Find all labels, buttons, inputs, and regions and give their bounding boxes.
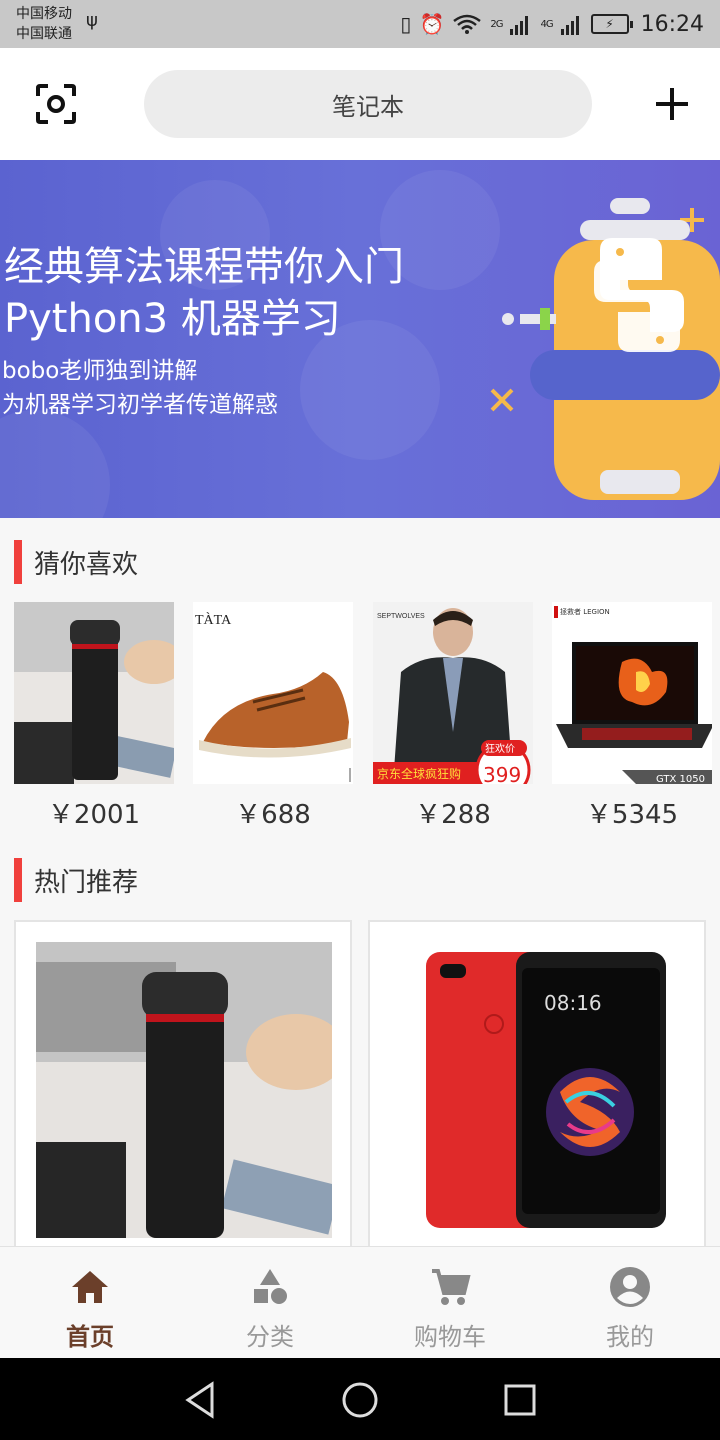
vibrate-icon: ▯ — [400, 12, 412, 36]
carrier-2: 中国联通 — [16, 26, 72, 42]
section-guess-header: 猜你喜欢 — [14, 540, 138, 584]
brand-logo-legion: 拯救者 LEGION — [560, 607, 610, 616]
product-image-jacket: SEPTWOLVES 京东全球疯狂购 狂欢价 399 — [373, 602, 533, 798]
tab-cart[interactable]: 购物车 — [360, 1247, 540, 1358]
carrier-info: 中国移动 中国联通 — [16, 4, 72, 44]
banner-subtitle-2: 为机器学习初学者传道解惑 — [2, 392, 278, 418]
signal-icon-2 — [560, 16, 579, 35]
promo-banner[interactable]: 经典算法课程带你入门 Python3 机器学习 bobo老师独到讲解 为机器学习… — [0, 160, 720, 518]
promo-banner-text: 京东全球疯狂购 — [377, 766, 461, 781]
hot-product-card[interactable] — [14, 920, 352, 1260]
product-image-thermos — [36, 942, 332, 1238]
tab-category[interactable]: 分类 — [180, 1247, 360, 1358]
section-hot-title: 热门推荐 — [34, 867, 139, 898]
product-price: ￥288 — [415, 800, 491, 830]
wifi-icon — [453, 14, 482, 34]
battery-icon: ⚡ — [590, 14, 633, 34]
clock-time: 16:24 — [640, 11, 704, 37]
product-card[interactable]: SEPTWOLVES 京东全球疯狂购 狂欢价 399 ￥288 — [373, 602, 533, 832]
status-icons: ▯ ⏰ 2G 4G ⚡ 16:24 — [400, 8, 704, 40]
product-image-phone: 08:16 — [390, 942, 686, 1238]
product-image-thermos — [14, 602, 184, 784]
brand-logo-tata: TÀTA — [195, 611, 232, 628]
hot-product-card[interactable]: 08:16 — [368, 920, 706, 1260]
promo-price: 399 — [483, 763, 521, 784]
section-accent-bar — [14, 858, 22, 902]
status-bar: 中国移动 中国联通 ψ ▯ ⏰ 2G 4G ⚡ 16:24 — [0, 0, 720, 48]
system-nav-bar — [0, 1358, 720, 1440]
product-card[interactable]: 拯救者 LEGION GTX 1050 ￥5345 — [552, 602, 714, 832]
network-label-2: 4G — [540, 18, 553, 30]
guess-product-list: ￥2001 TÀTA ￥688 SEPTWOLVES 京东全球疯狂购 狂欢价 3… — [0, 602, 720, 832]
python-robot-illustration — [490, 198, 720, 500]
signal-icon-1 — [510, 16, 529, 35]
banner-decoration — [0, 410, 110, 518]
promo-tag: 狂欢价 — [485, 742, 515, 755]
bottom-tab-bar: 首页 分类 购物车 我的 — [0, 1246, 720, 1358]
tab-label: 购物车 — [414, 1323, 486, 1351]
network-label-1: 2G — [490, 18, 503, 30]
top-header: 笔记本 — [0, 48, 720, 160]
tab-label: 首页 — [66, 1323, 114, 1351]
product-image-laptop: 拯救者 LEGION GTX 1050 — [552, 602, 714, 785]
user-icon — [610, 1267, 650, 1307]
plus-icon[interactable] — [654, 86, 690, 122]
tab-label: 我的 — [606, 1323, 654, 1351]
section-guess-title: 猜你喜欢 — [34, 549, 139, 580]
search-text: 笔记本 — [332, 92, 404, 121]
alarm-icon: ⏰ — [419, 12, 445, 36]
tab-profile[interactable]: 我的 — [540, 1247, 720, 1358]
recents-icon[interactable] — [500, 1380, 540, 1420]
category-icon — [254, 1269, 287, 1304]
back-icon[interactable] — [180, 1380, 220, 1420]
product-card[interactable]: ￥2001 — [14, 602, 184, 832]
home-button-icon[interactable] — [340, 1380, 380, 1420]
product-image-shoe: TÀTA — [193, 602, 353, 784]
phone-screen-time: 08:16 — [544, 991, 602, 1015]
section-accent-bar — [14, 540, 22, 584]
section-hot-header: 热门推荐 — [14, 858, 138, 902]
product-card[interactable]: TÀTA ￥688 — [193, 602, 353, 832]
brand-logo-septwolves: SEPTWOLVES — [377, 613, 425, 620]
carrier-1: 中国移动 — [16, 6, 72, 22]
banner-course-name: Python3 机器学习 — [4, 296, 341, 342]
tab-label: 分类 — [246, 1323, 294, 1351]
home-icon — [72, 1271, 108, 1303]
gpu-badge: GTX 1050 — [656, 774, 705, 784]
banner-headline: 经典算法课程带你入门 — [4, 244, 404, 290]
app-screen: 中国移动 中国联通 ψ ▯ ⏰ 2G 4G ⚡ 16:24 笔记本 经典算法课程… — [0, 0, 720, 1440]
cart-icon — [432, 1269, 471, 1305]
product-price: ￥688 — [235, 800, 311, 830]
search-bar[interactable]: 笔记本 — [144, 70, 592, 138]
product-price: ￥2001 — [47, 800, 141, 830]
scan-icon[interactable] — [36, 84, 76, 124]
tab-home[interactable]: 首页 — [0, 1247, 180, 1358]
usb-icon: ψ — [86, 10, 98, 31]
product-price: ￥5345 — [585, 800, 679, 830]
banner-subtitle-1: bobo老师独到讲解 — [2, 358, 198, 384]
